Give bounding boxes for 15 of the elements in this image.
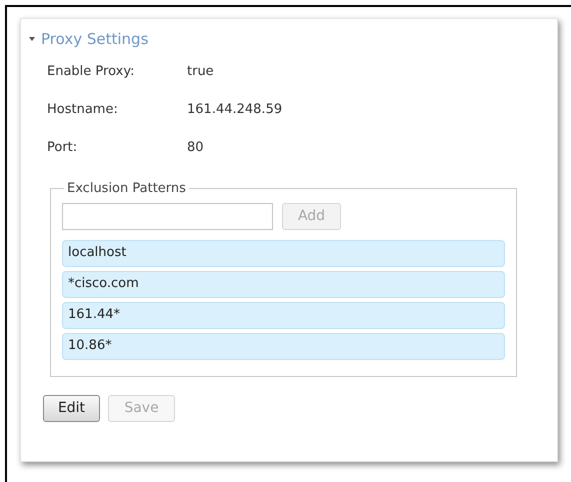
section-title: Proxy Settings <box>41 28 148 50</box>
field-label: Enable Proxy: <box>47 63 136 82</box>
pattern-input[interactable] <box>62 202 273 230</box>
field-value: 80 <box>187 139 204 158</box>
pattern-item[interactable]: 10.86* <box>62 332 505 360</box>
collapse-icon <box>29 37 35 41</box>
pattern-item[interactable]: localhost <box>62 240 505 266</box>
field-value: true <box>187 63 214 82</box>
pattern-item[interactable]: 161.44* <box>62 302 505 328</box>
edit-button[interactable]: Edit <box>43 394 100 422</box>
field-value: 161.44.248.59 <box>187 101 282 120</box>
group-legend: Exclusion Patterns <box>64 179 189 198</box>
field-label: Port: <box>47 139 78 158</box>
field-label: Hostname: <box>47 101 119 120</box>
pattern-item[interactable]: *cisco.com <box>62 270 505 298</box>
